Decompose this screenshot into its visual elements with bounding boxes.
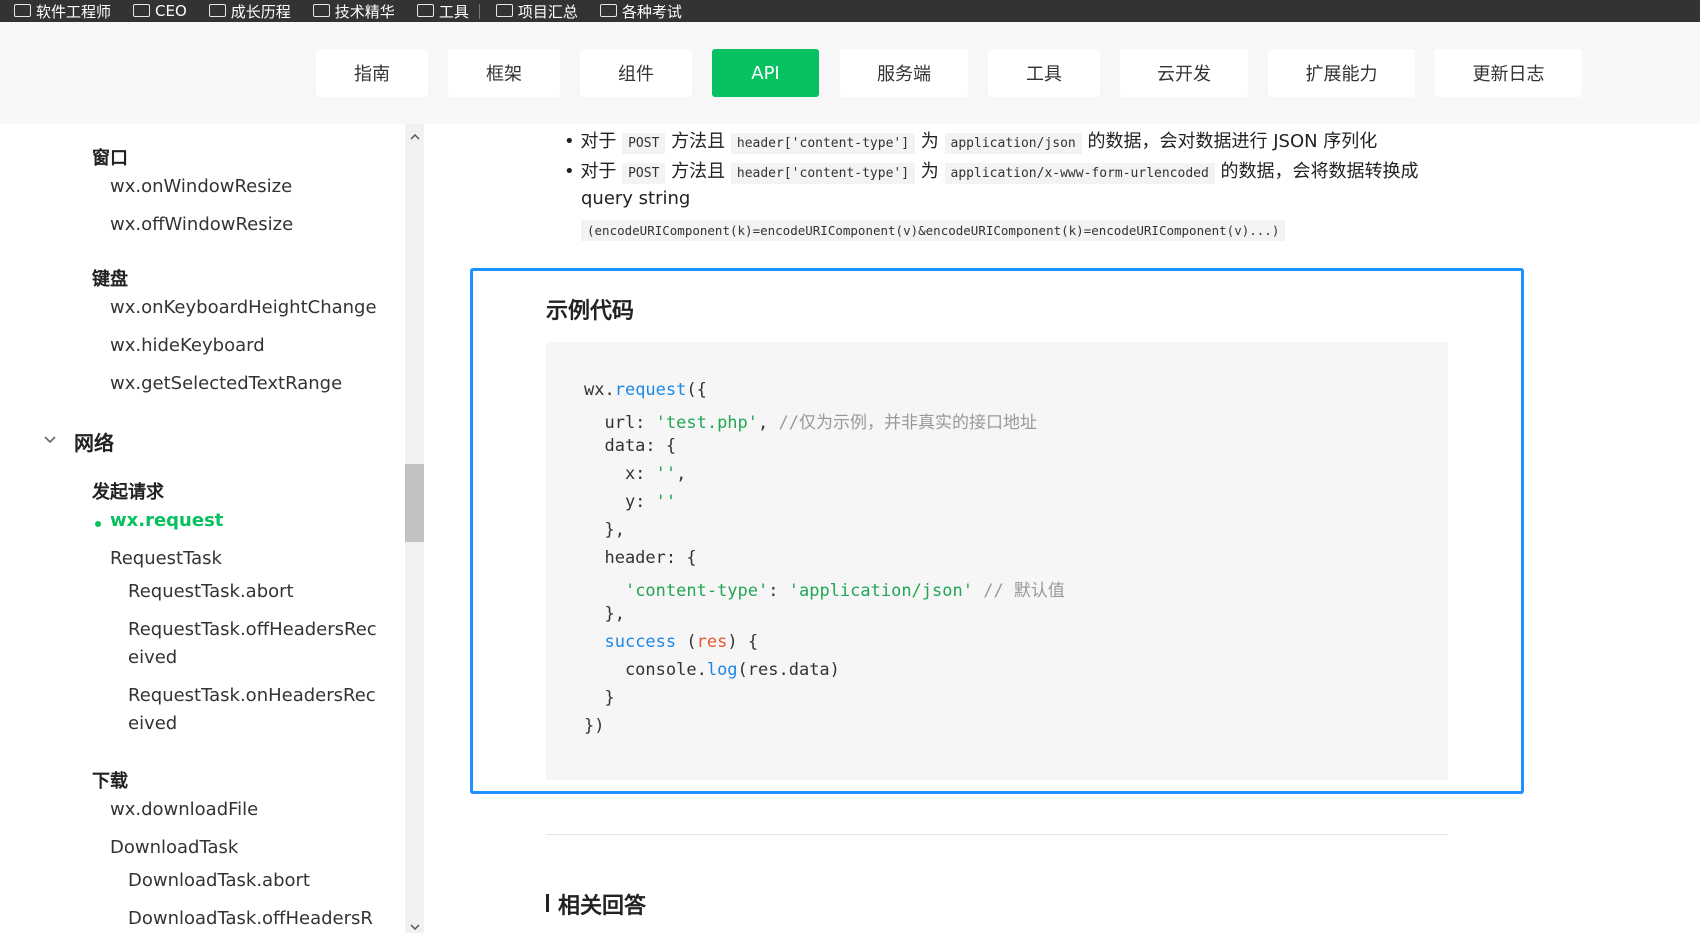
sidebar-item[interactable]: wx.hideKeyboard [110, 335, 265, 356]
bullet-icon: • [564, 161, 575, 182]
code-line: url: 'test.php', //仅为示例，并非真实的接口地址 [584, 413, 1037, 433]
section-title-related: 相关回答 [558, 894, 647, 919]
nav-tab-api[interactable]: API [712, 49, 819, 97]
bookmark-folder[interactable]: 技术精华 [299, 0, 403, 22]
sidebar-item[interactable]: wx.getSelectedTextRange [110, 373, 342, 394]
active-dot-icon [94, 512, 102, 527]
code-line: } [584, 688, 615, 708]
sidebar-item[interactable]: DownloadTask [110, 837, 238, 858]
folder-icon [312, 3, 330, 17]
bookmark-separator [478, 3, 480, 19]
folder-icon [14, 3, 31, 17]
sidebar-item-wrap[interactable]: eived [128, 647, 177, 668]
code-line: console.log(res.data) [584, 660, 840, 680]
folder-icon [133, 3, 151, 17]
code-line: }, [584, 604, 625, 624]
sidebar-heading-window: 窗口 [92, 148, 128, 169]
code-line: success (res) { [604, 632, 759, 652]
top-nav: 指南 框架 组件 API 服务端 工具 云开发 扩展能力 更新日志 [0, 22, 1700, 124]
code-inline-block: (encodeURIComponent(k)=encodeURIComponen… [581, 219, 1286, 241]
sidebar-heading-keyboard: 键盘 [92, 269, 128, 290]
folder-icon [495, 3, 513, 17]
sidebar-item[interactable]: DownloadTask.abort [128, 870, 310, 891]
sidebar-item[interactable]: RequestTask.abort [128, 581, 294, 602]
sidebar-item[interactable]: wx.onKeyboardHeightChange [110, 297, 377, 318]
sidebar-item-wrap[interactable]: eived [128, 713, 177, 734]
code-line: data: { [584, 436, 677, 456]
nav-tab-server[interactable]: 服务端 [840, 49, 968, 97]
nav-tab-framework[interactable]: 框架 [448, 49, 560, 97]
sidebar-item[interactable]: wx.onWindowResize [110, 176, 292, 197]
chevron-down-icon[interactable] [42, 432, 58, 448]
folder-icon [416, 3, 434, 17]
sidebar-item[interactable]: wx.offWindowResize [110, 214, 293, 235]
nav-tab-extensions[interactable]: 扩展能力 [1268, 49, 1415, 97]
bookmark-folder[interactable]: 成长历程 [195, 0, 299, 22]
section-title-example: 示例代码 [546, 299, 635, 324]
sidebar: 窗口 wx.onWindowResize wx.offWindowResize … [0, 124, 405, 933]
nav-tab-components[interactable]: 组件 [580, 49, 692, 97]
bookmarks-bar: 软件工程师 CEO 成长历程 技术精华 工具 项目汇总 各种考试 [0, 0, 1700, 22]
sidebar-heading-download: 下载 [92, 771, 128, 792]
scroll-down-icon[interactable] [409, 918, 421, 931]
bookmark-folder[interactable]: 软件工程师 [0, 0, 119, 22]
code-line: }, [584, 520, 625, 540]
bullet-icon: • [564, 131, 575, 152]
sidebar-item[interactable]: RequestTask.onHeadersRec [128, 685, 376, 706]
scroll-up-icon[interactable] [409, 128, 421, 140]
sidebar-item-active[interactable]: wx.request [110, 510, 223, 531]
bookmark-folder[interactable]: 项目汇总 [482, 0, 586, 22]
sidebar-item[interactable]: DownloadTask.offHeadersR [128, 908, 373, 929]
heading-bar-icon [546, 894, 549, 912]
nav-tab-guide[interactable]: 指南 [316, 49, 428, 97]
bookmark-folder[interactable]: 各种考试 [586, 0, 690, 22]
bookmark-folder[interactable]: 工具 [403, 0, 477, 22]
nav-tab-cloud[interactable]: 云开发 [1120, 49, 1248, 97]
code-line: x: '', [584, 464, 687, 484]
code-block[interactable]: wx.request({ url: 'test.php', //仅为示例，并非真… [546, 342, 1448, 780]
folder-icon [208, 3, 226, 17]
sidebar-item[interactable]: RequestTask.offHeadersRec [128, 619, 377, 640]
list-item: • 对于 POST 方法且 header['content-type'] 为 a… [564, 131, 1378, 154]
code-line: wx.request({ [584, 380, 707, 400]
list-item: • 对于 POST 方法且 header['content-type'] 为 a… [564, 161, 1419, 184]
sidebar-scrollbar-thumb[interactable] [405, 464, 424, 542]
sidebar-heading-request: 发起请求 [92, 482, 164, 503]
code-line: 'content-type': 'application/json' // 默认… [624, 581, 1065, 601]
nav-tab-tools[interactable]: 工具 [988, 49, 1100, 97]
sidebar-group-network[interactable]: 网络 [74, 427, 114, 456]
sidebar-item[interactable]: wx.downloadFile [110, 799, 258, 820]
section-divider [546, 834, 1448, 835]
code-line: header: { [584, 548, 697, 568]
code-line: y: '' [584, 492, 677, 512]
sidebar-item[interactable]: RequestTask [110, 548, 222, 569]
nav-tab-changelog[interactable]: 更新日志 [1435, 49, 1582, 97]
folder-icon [599, 3, 617, 17]
code-line: }) [584, 716, 605, 736]
list-item-continued: query string [581, 188, 691, 209]
bookmark-folder[interactable]: CEO [119, 0, 195, 22]
